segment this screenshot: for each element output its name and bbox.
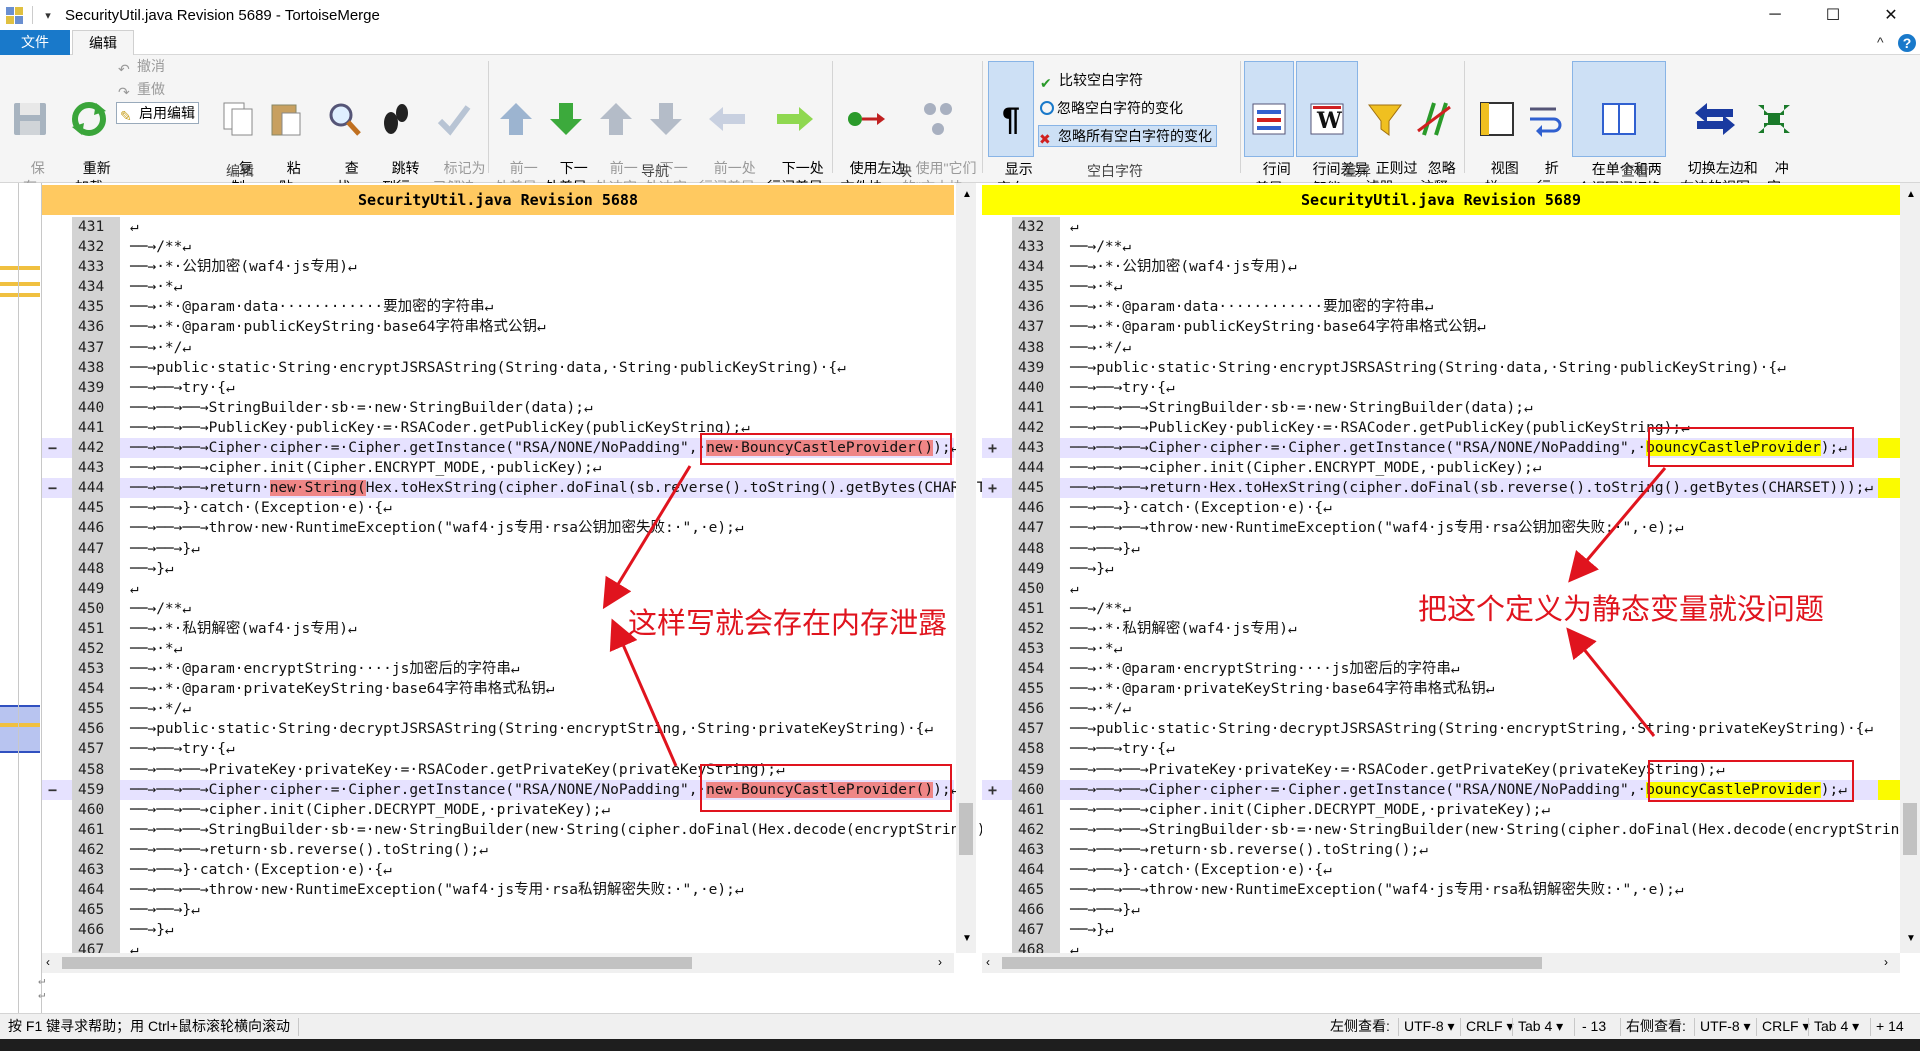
right-change-count: + 14 (1876, 1018, 1904, 1034)
left-change-count: - 13 (1582, 1018, 1607, 1034)
right-encoding-dropdown[interactable]: UTF-8 ▾ (1700, 1014, 1751, 1039)
annotation-text-left: 这样写就会存在内存泄露 (628, 606, 948, 640)
left-view-label: 左侧查看: (1330, 1018, 1390, 1034)
left-tab-dropdown[interactable]: Tab 4 ▾ (1518, 1014, 1563, 1039)
status-bar: 按 F1 键寻求帮助；用 Ctrl+鼠标滚轮横向滚动 左侧查看: UTF-8 ▾… (0, 1013, 1920, 1039)
taskbar-strip (0, 1039, 1920, 1051)
right-view-label: 右侧查看: (1626, 1018, 1686, 1034)
right-tab-dropdown[interactable]: Tab 4 ▾ (1814, 1014, 1859, 1039)
right-eol-dropdown[interactable]: CRLF ▾ (1762, 1014, 1809, 1039)
annotation-text-right: 把这个定义为静态变量就没问题 (1418, 592, 1825, 626)
left-encoding-dropdown[interactable]: UTF-8 ▾ (1404, 1014, 1455, 1039)
left-eol-dropdown[interactable]: CRLF ▾ (1466, 1014, 1513, 1039)
status-help-text: 按 F1 键寻求帮助；用 Ctrl+鼠标滚轮横向滚动 (8, 1018, 290, 1034)
annotation-arrows (602, 465, 1667, 767)
